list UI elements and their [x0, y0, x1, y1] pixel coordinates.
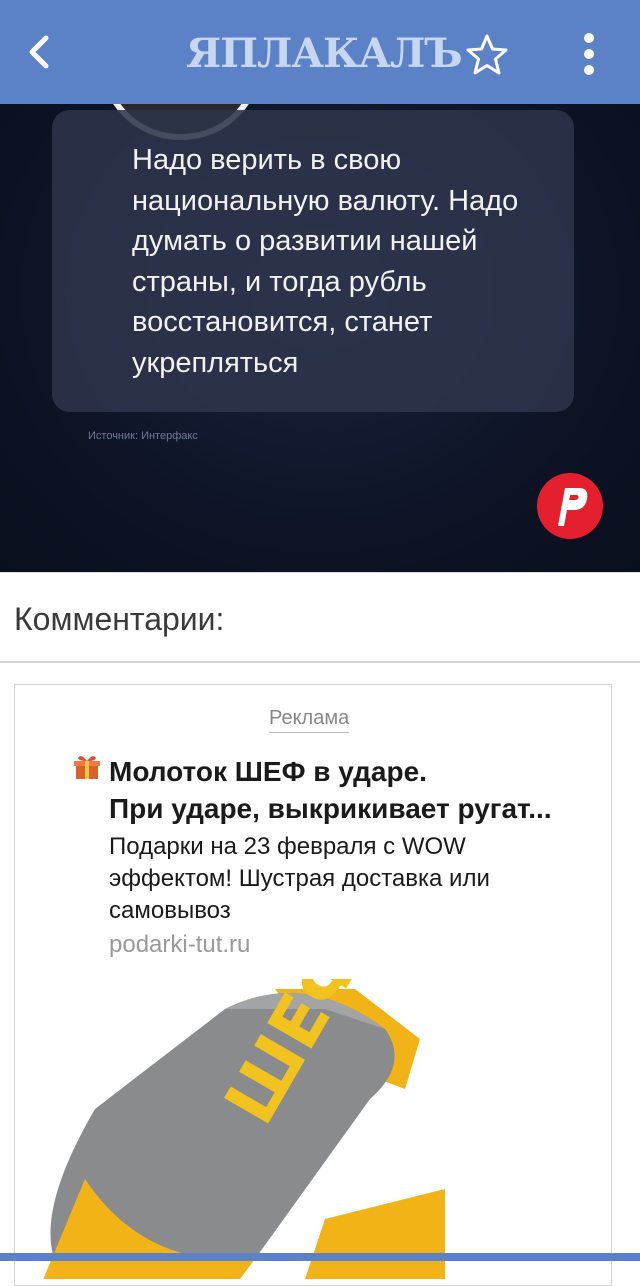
comments-section-header: Комментарии: [0, 572, 640, 663]
bottom-bar [0, 1253, 640, 1261]
ad-headline-line1[interactable]: Молоток ШЕФ в ударе. [109, 753, 599, 790]
back-chevron-icon[interactable] [18, 26, 58, 78]
red-p-logo-icon [536, 472, 604, 540]
ad-headline[interactable]: Молоток ШЕФ в ударе. При ударе, выкрикив… [109, 753, 599, 827]
ad-domain[interactable]: podarki-tut.ru [109, 931, 250, 959]
ad-headline-line2[interactable]: При ударе, выкрикивает ругат... [109, 790, 599, 827]
site-logo[interactable]: ЯПЛАКАЛЪ [186, 26, 463, 82]
gift-box-icon [73, 753, 101, 781]
advertisement-block[interactable]: Реклама Молоток ШЕФ в ударе. При ударе, … [14, 684, 612, 1286]
image-source-caption: Источник: Интерфакс [88, 430, 198, 442]
favorite-star-icon[interactable] [464, 32, 510, 78]
top-app-bar: ЯПЛАКАЛЪ [0, 0, 640, 104]
quote-text: Надо верить в свою национальную валюту. … [132, 144, 519, 379]
ad-label: Реклама [269, 707, 350, 733]
overflow-menu-icon[interactable] [574, 28, 604, 80]
ad-description[interactable]: Подарки на 23 февраля с WOW эффектом! Шу… [109, 831, 579, 927]
comments-title: Комментарии: [14, 601, 225, 637]
ad-product-image[interactable]: ШЕФ [25, 920, 445, 1285]
post-image: Надо верить в свою национальную валюту. … [0, 104, 640, 572]
